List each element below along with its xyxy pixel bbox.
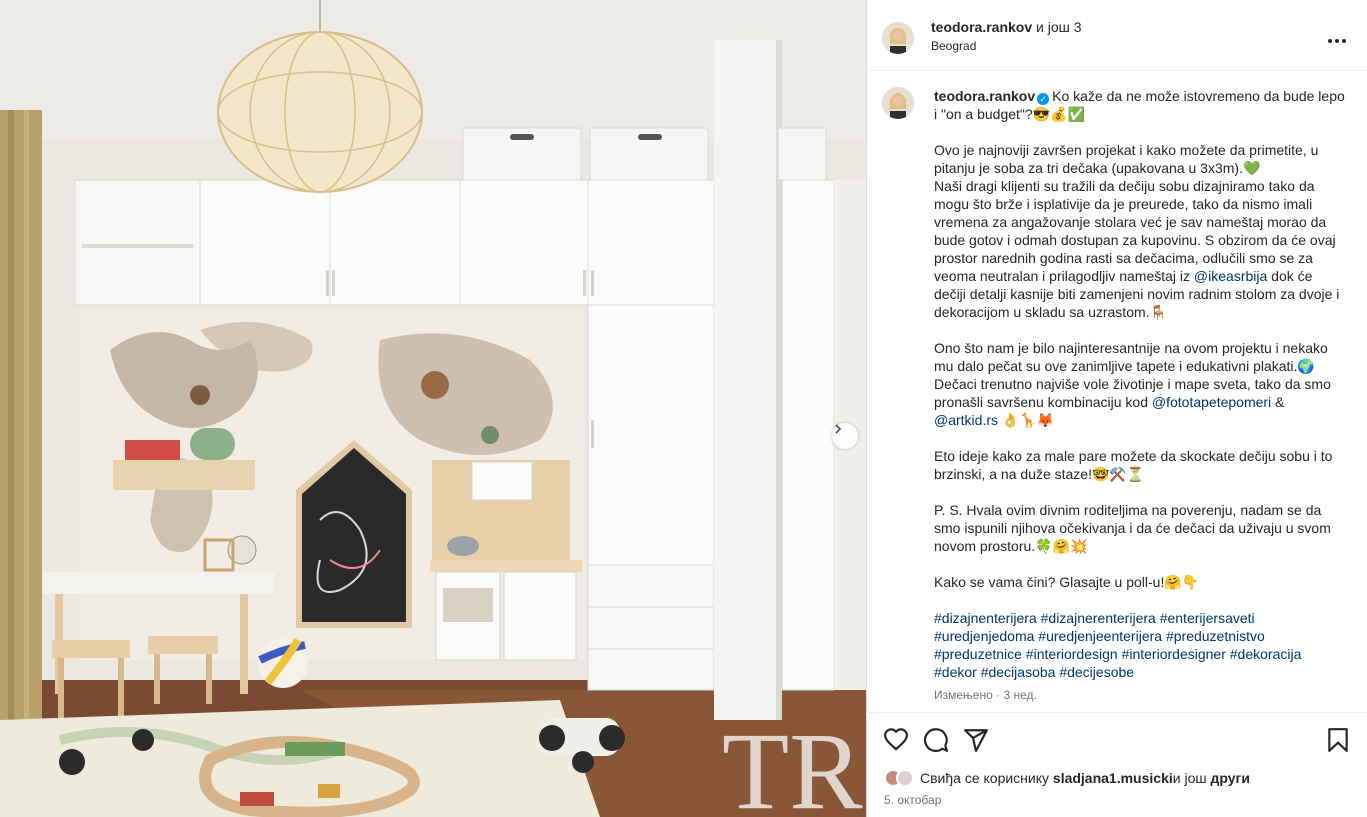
avatar-photo — [882, 87, 914, 119]
avatar-photo — [882, 22, 914, 54]
comment-button[interactable] — [923, 727, 949, 753]
hashtag[interactable]: #enterijersaveti — [1160, 610, 1255, 626]
bookmark-icon — [1328, 728, 1348, 752]
post-photo[interactable]: TR — [0, 0, 866, 817]
hashtag[interactable]: #dekoracija — [1230, 646, 1302, 662]
likes-username-link[interactable]: sladjana1.musicki — [1053, 770, 1173, 786]
caption-paragraph-6: Kako se vama čini? Glasajte u poll-u!🤗👇 — [934, 574, 1200, 590]
post-date[interactable]: 5. октобар — [884, 793, 941, 807]
more-options-button[interactable] — [1327, 28, 1347, 49]
caption-section: teodora.rankov ✓ Ko kaže da ne može istovr… — [867, 72, 1367, 712]
caption-emoji: 👌🦒🦊 — [998, 412, 1055, 428]
kids-room-illustration: TR — [0, 0, 866, 817]
comment-icon — [923, 728, 948, 752]
header-usernames: teodora.rankov и још 3 — [931, 18, 1082, 36]
post-side-panel: teodora.rankov и још 3 Beograd teodora.r… — [866, 0, 1367, 817]
edited-timestamp: Измењено · 3 нед. — [934, 688, 1037, 702]
save-button[interactable] — [1325, 727, 1351, 753]
hashtag[interactable]: #dekor — [934, 664, 977, 680]
hashtag[interactable]: #dizajnerenterijera — [1041, 610, 1156, 626]
caption-paragraph-text: Ovo je najnoviji završen projekat i kako… — [934, 142, 1336, 284]
likes-summary: Свиђа се кориснику sladjana1.musicki и ј… — [884, 769, 1250, 787]
caption-paragraph-3: Ono što nam je bilo najinteresantnije na… — [934, 339, 1346, 429]
likes-middle: и још — [1172, 770, 1207, 786]
mention-fototapetepomeri[interactable]: @fototapetepomeri — [1152, 394, 1271, 410]
hashtag[interactable]: #dizajnenterijera — [934, 610, 1037, 626]
post-header: teodora.rankov и још 3 Beograd — [867, 0, 1367, 71]
caption-paragraph-4: Eto ideje kako za male pare možete da sk… — [934, 448, 1333, 482]
caption-author-avatar[interactable] — [882, 87, 914, 119]
heart-icon — [884, 728, 908, 751]
share-button[interactable] — [963, 727, 989, 753]
caption-username-link[interactable]: teodora.rankov — [934, 88, 1035, 104]
hashtag[interactable]: #uredjenjedoma — [934, 628, 1034, 644]
header-and-more[interactable]: и још 3 — [1036, 19, 1082, 35]
mention-ikeasrbija[interactable]: @ikeasrbija — [1194, 268, 1267, 284]
hashtag[interactable]: #preduzetnistvo — [1166, 628, 1265, 644]
more-horizontal-icon — [1328, 39, 1346, 43]
caption-text: teodora.rankov ✓ Ko kaže da ne može istovr… — [934, 87, 1346, 699]
watermark-logo: TR — [722, 710, 863, 817]
hashtag-list: #dizajnenterijera #dizajnerenterijera #e… — [934, 609, 1346, 681]
hashtag[interactable]: #interiordesigner — [1122, 646, 1226, 662]
header-location[interactable]: Beograd — [931, 39, 976, 53]
hashtag[interactable]: #preduzetnice — [934, 646, 1022, 662]
caption-paragraph-5: P. S. Hvala ovim divnim roditeljima na p… — [934, 502, 1331, 554]
send-icon — [964, 729, 988, 752]
hashtag[interactable]: #decijesobe — [1059, 664, 1134, 680]
likes-prefix: Свиђа се кориснику — [920, 770, 1050, 786]
chevron-right-icon — [835, 424, 842, 434]
header-username-link[interactable]: teodora.rankov — [931, 19, 1032, 35]
verified-badge-icon: ✓ — [1037, 93, 1050, 105]
next-image-button[interactable] — [832, 423, 858, 449]
liker-avatar — [896, 769, 914, 787]
caption-paragraph-1: teodora.rankov ✓ Ko kaže da ne može istovr… — [934, 87, 1346, 123]
post-actions: Свиђа се кориснику sladjana1.musicki и ј… — [867, 712, 1367, 817]
author-avatar[interactable] — [882, 22, 914, 54]
caption-paragraph-2: Ovo je najnoviji završen projekat i kako… — [934, 141, 1346, 321]
likes-others-link[interactable]: други — [1210, 770, 1249, 786]
hashtag[interactable]: #decijasoba — [981, 664, 1056, 680]
mention-artkid[interactable]: @artkid.rs — [934, 412, 998, 428]
hashtag[interactable]: #uredjenjeenterijera — [1038, 628, 1162, 644]
caption-ampersand: & — [1271, 394, 1285, 410]
like-button[interactable] — [883, 727, 909, 753]
instagram-post-view: TR teodora.rankov и још 3 Beograd teodor… — [0, 0, 1367, 817]
hashtag[interactable]: #interiordesign — [1026, 646, 1118, 662]
